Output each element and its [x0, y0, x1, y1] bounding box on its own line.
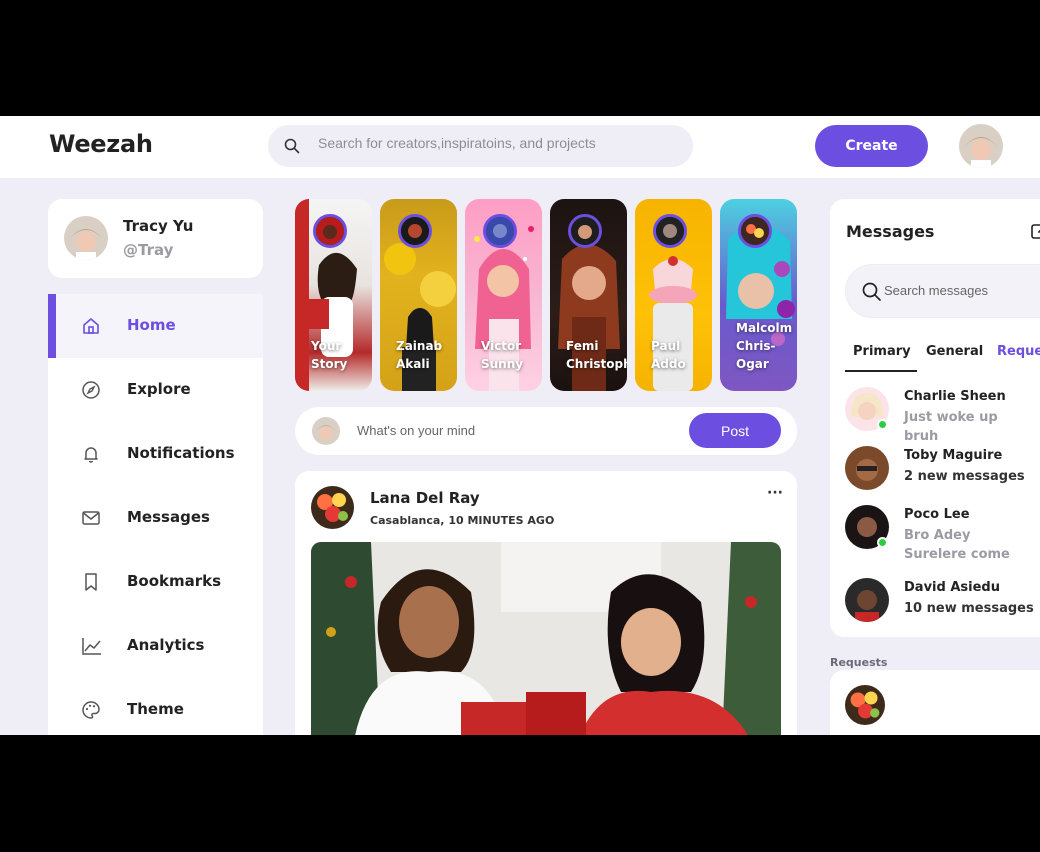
- post-meta: Casablanca, 10 MINUTES AGO: [370, 514, 555, 527]
- sidebar-item-label: Bookmarks: [127, 572, 222, 590]
- post-author[interactable]: Lana Del Ray: [370, 489, 480, 507]
- story-name: Your Story: [311, 339, 348, 371]
- tab-primary[interactable]: Primary: [853, 344, 911, 359]
- more-options-icon[interactable]: ···: [767, 485, 783, 501]
- sidebar-item-notifications[interactable]: Notifications: [48, 422, 263, 486]
- avatar: [845, 685, 885, 725]
- search-icon: [284, 138, 300, 154]
- sidebar-item-label: Theme: [127, 700, 184, 718]
- palette-icon: [82, 701, 100, 719]
- messages-panel: Messages Primary General Requests Charli…: [830, 199, 1040, 637]
- online-indicator: [877, 419, 888, 430]
- sidebar-item-theme[interactable]: Theme: [48, 678, 263, 735]
- story-name: Paul Addo: [651, 339, 686, 371]
- avatar[interactable]: [311, 486, 354, 529]
- bell-icon: [84, 447, 98, 463]
- search-input[interactable]: [318, 135, 678, 151]
- avatar: [64, 216, 108, 260]
- post-image[interactable]: [311, 542, 781, 735]
- search-icon: [862, 282, 881, 301]
- message-sender: David Asiedu: [904, 580, 1000, 595]
- profile-name: Tracy Yu: [123, 217, 194, 235]
- sidebar-item-home[interactable]: Home: [48, 294, 263, 358]
- avatar[interactable]: [959, 124, 1003, 168]
- chart-icon: [82, 638, 101, 655]
- sidebar-item-label: Home: [127, 316, 176, 334]
- sidebar-item-label: Notifications: [127, 444, 235, 462]
- story-card[interactable]: Malcolm Chris- Ogar: [720, 199, 797, 391]
- message-preview: Bro Adey Surelere come: [904, 528, 1010, 562]
- sidebar-item-explore[interactable]: Explore: [48, 358, 263, 422]
- app-logo[interactable]: Weezah: [49, 130, 153, 158]
- active-tab-indicator: [845, 370, 917, 372]
- sidebar-item-label: Messages: [127, 508, 210, 526]
- story-avatar: [568, 214, 602, 248]
- top-nav: Weezah Create: [0, 116, 1040, 178]
- message-sender: Poco Lee: [904, 507, 970, 522]
- tab-requests[interactable]: Requests: [997, 344, 1040, 359]
- sidebar-item-messages[interactable]: Messages: [48, 486, 263, 550]
- feed-post: Lana Del Ray Casablanca, 10 MINUTES AGO …: [295, 471, 797, 735]
- story-name: Victor Sunny: [481, 339, 524, 371]
- story-card[interactable]: Victor Sunny: [465, 199, 542, 391]
- story-card[interactable]: Femi Christopher: [550, 199, 627, 391]
- post-composer[interactable]: What's on your mind Post: [295, 407, 797, 455]
- profile-handle: @Tray: [123, 241, 174, 259]
- sidebar-item-analytics[interactable]: Analytics: [48, 614, 263, 678]
- message-search-bar[interactable]: [845, 264, 1040, 318]
- story-name: Femi Christopher: [566, 339, 627, 371]
- message-sender: Charlie Sheen: [904, 389, 1006, 404]
- story-name: Zainab Akali: [396, 339, 443, 371]
- home-icon: [83, 318, 99, 334]
- app-screen: Weezah Create Tracy Yu @Tray Home Explor…: [0, 116, 1040, 735]
- story-avatar: [483, 214, 517, 248]
- sidebar-item-bookmarks[interactable]: Bookmarks: [48, 550, 263, 614]
- search-bar[interactable]: [268, 125, 693, 167]
- active-indicator: [48, 294, 56, 358]
- message-preview: Just woke up bruh: [904, 410, 998, 444]
- sidebar-item-label: Explore: [127, 380, 191, 398]
- story-avatar: [738, 214, 772, 248]
- create-button[interactable]: Create: [815, 125, 928, 167]
- story-name: Malcolm Chris- Ogar: [736, 321, 793, 371]
- tab-general[interactable]: General: [926, 344, 983, 359]
- edit-icon[interactable]: [1030, 221, 1040, 241]
- story-avatar: [653, 214, 687, 248]
- avatar: [312, 417, 340, 445]
- compass-icon: [82, 381, 100, 399]
- story-card[interactable]: Paul Addo: [635, 199, 712, 391]
- message-preview: 10 new messages: [904, 601, 1034, 616]
- sidebar: Home Explore Notifications Messages Book…: [48, 294, 263, 735]
- post-button[interactable]: Post: [689, 413, 781, 448]
- online-indicator: [877, 537, 888, 548]
- composer-input[interactable]: What's on your mind: [357, 423, 475, 438]
- avatar: [845, 446, 889, 490]
- bookmark-icon: [85, 573, 97, 591]
- story-card[interactable]: Zainab Akali: [380, 199, 457, 391]
- story-avatar: [313, 214, 347, 248]
- envelope-icon: [82, 511, 100, 525]
- message-search-input[interactable]: [884, 283, 1040, 298]
- requests-heading: Requests: [830, 656, 888, 669]
- avatar: [845, 578, 889, 622]
- request-card[interactable]: [830, 670, 1040, 735]
- story-card[interactable]: Your Story: [295, 199, 372, 391]
- profile-card[interactable]: Tracy Yu @Tray: [48, 199, 263, 278]
- message-sender: Toby Maguire: [904, 448, 1003, 463]
- message-preview: 2 new messages: [904, 469, 1025, 484]
- messages-title: Messages: [846, 222, 935, 241]
- story-avatar: [398, 214, 432, 248]
- sidebar-item-label: Analytics: [127, 636, 205, 654]
